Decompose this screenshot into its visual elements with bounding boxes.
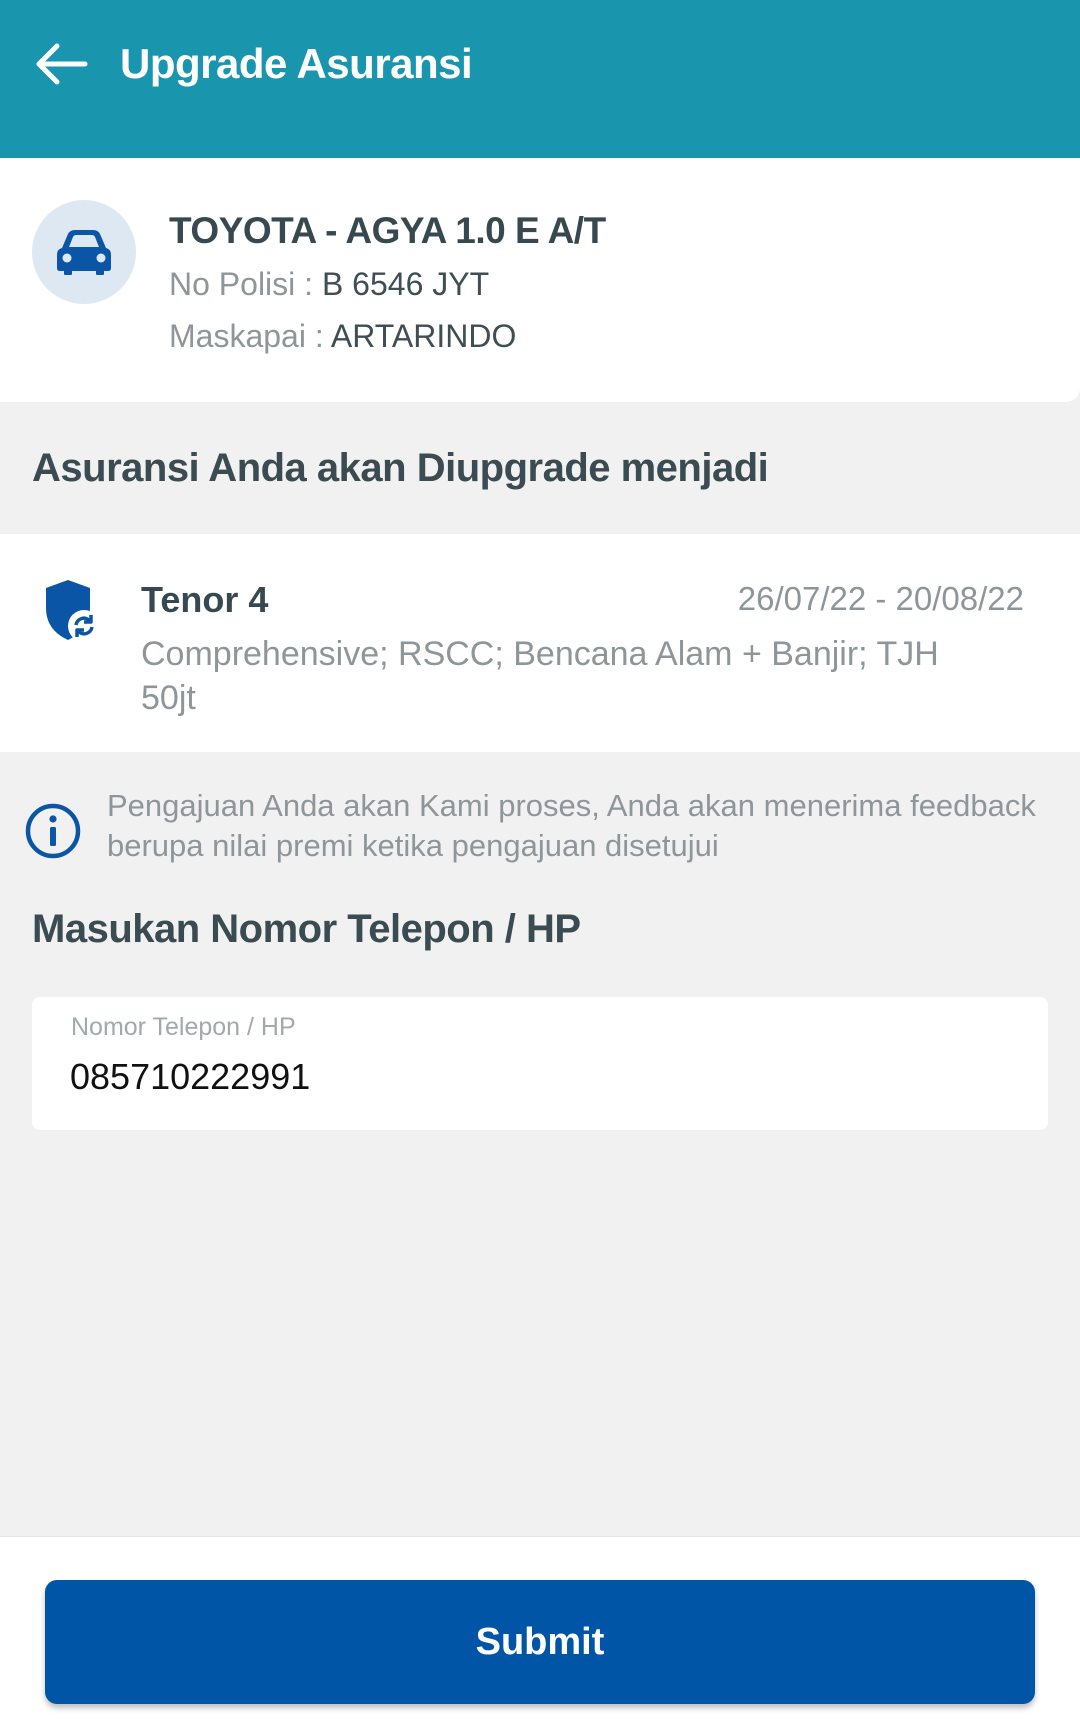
car-icon (57, 230, 111, 275)
phone-field-label: Nomor Telepon / HP (71, 1013, 296, 1041)
shield-refresh-icon (46, 580, 100, 642)
vehicle-name: TOYOTA - AGYA 1.0 E A/T (169, 210, 606, 251)
plan-name: Tenor 4 (141, 579, 269, 620)
phone-field[interactable]: Nomor Telepon / HP (32, 997, 1048, 1130)
vehicle-avatar (32, 200, 136, 304)
notice-text: Pengajuan Anda akan Kami proses, Anda ak… (107, 788, 1036, 863)
page-title: Upgrade Asuransi (120, 40, 473, 87)
policy-number: No Polisi : B 6546 JYT (169, 264, 489, 304)
plan-card: Tenor 4 26/07/22 - 20/08/22 Comprehensiv… (0, 534, 1080, 752)
upgrade-section-title: Asuransi Anda akan Diupgrade menjadi (32, 446, 769, 490)
plan-coverage: Comprehensive; RSCC; Bencana Alam + Banj… (141, 635, 939, 717)
plan-period: 26/07/22 - 20/08/22 (737, 580, 1024, 617)
info-icon (25, 803, 81, 859)
submit-button[interactable]: Submit (45, 1580, 1035, 1704)
phone-section-title: Masukan Nomor Telepon / HP (32, 907, 581, 951)
policy-number-value: B 6546 JYT (321, 266, 490, 302)
insurer-label: Maskapai : (169, 318, 331, 354)
insurer: Maskapai : ARTARINDO (169, 316, 516, 356)
back-button[interactable] (26, 32, 96, 96)
vehicle-card: TOYOTA - AGYA 1.0 E A/T No Polisi : B 65… (0, 158, 1080, 402)
policy-number-label: No Polisi : (169, 266, 322, 302)
footer-bar: Submit (0, 1536, 1080, 1732)
insurer-value: ARTARINDO (330, 318, 517, 354)
phone-input[interactable] (70, 1053, 970, 1101)
arrow-left-icon (36, 43, 88, 85)
app-bar: Upgrade Asuransi (0, 0, 1080, 158)
